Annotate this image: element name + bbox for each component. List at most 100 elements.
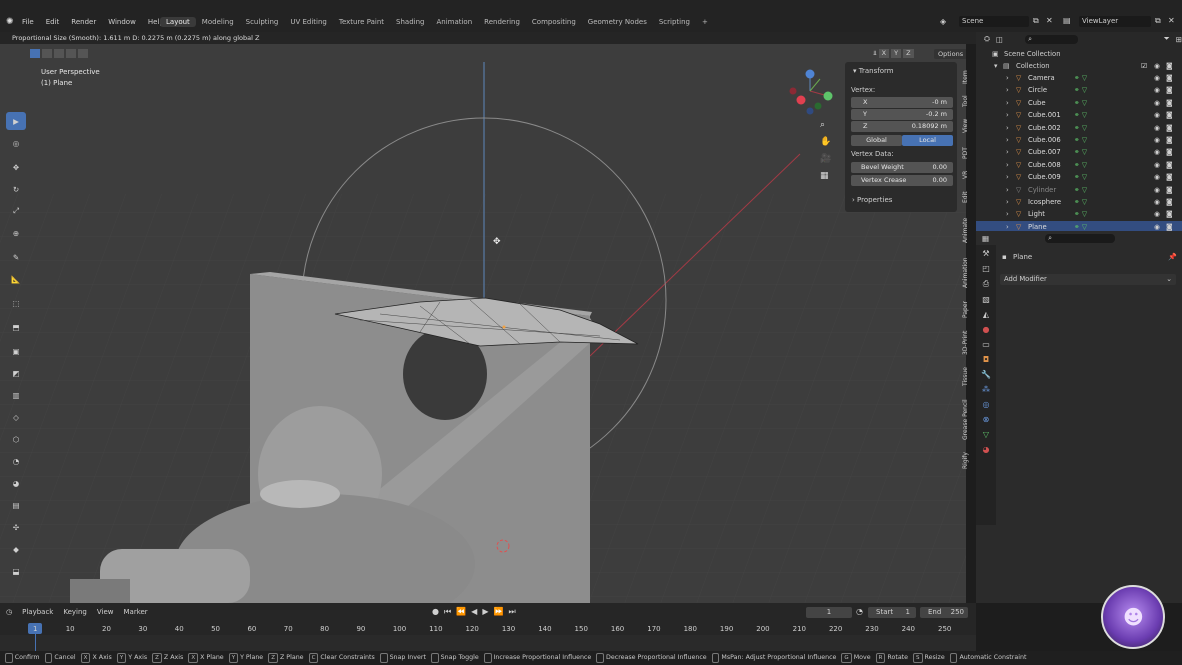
tab-tissue[interactable]: Tissue: [962, 364, 974, 390]
expand-chevron-icon[interactable]: ›: [1006, 122, 1009, 134]
tab-uv-editing[interactable]: UV Editing: [284, 17, 333, 27]
jump-end-icon[interactable]: ⏭: [508, 607, 515, 617]
smooth-tool-icon[interactable]: ◕: [6, 474, 26, 492]
tab-texture-paint[interactable]: Texture Paint: [333, 17, 390, 27]
new-scene-icon[interactable]: ⧉: [1033, 16, 1039, 26]
prev-keyframe-icon[interactable]: ⏪: [456, 607, 466, 617]
render-props-icon[interactable]: ◰: [982, 264, 990, 273]
visibility-eye-icon[interactable]: ◉: [1154, 196, 1160, 208]
expand-chevron-icon[interactable]: ›: [1006, 184, 1009, 196]
blender-logo-icon[interactable]: ✺: [6, 17, 14, 27]
outliner-row-cube-007[interactable]: › ▽ Cube.007 ⚭ ▽ ◉ ◙: [976, 146, 1182, 158]
render-camera-icon[interactable]: ◙: [1166, 146, 1173, 158]
tab-item[interactable]: Item: [962, 66, 974, 88]
outliner-row-circle[interactable]: › ▽ Circle ⚭ ▽ ◉ ◙: [976, 84, 1182, 96]
select-mode-intersect-icon[interactable]: [78, 49, 88, 58]
end-frame-field[interactable]: End 250: [920, 607, 968, 618]
tab-view[interactable]: View: [962, 116, 974, 136]
select-mode-extend-icon[interactable]: [42, 49, 52, 58]
select-mode-new-icon[interactable]: [30, 49, 40, 58]
new-view-layer-icon[interactable]: ⧉: [1155, 16, 1161, 26]
stopwatch-icon[interactable]: ◔: [856, 607, 863, 616]
outliner-row-light[interactable]: › ▽ Light ⚭ ▽ ◉ ◙: [976, 208, 1182, 220]
tab-3d-print[interactable]: 3D-Print: [962, 328, 974, 358]
outliner-row-cube-002[interactable]: › ▽ Cube.002 ⚭ ▽ ◉ ◙: [976, 122, 1182, 134]
outliner-row-icosphere[interactable]: › ▽ Icosphere ⚭ ▽ ◉ ◙: [976, 196, 1182, 208]
render-camera-icon[interactable]: ◙: [1166, 134, 1173, 146]
start-frame-field[interactable]: Start 1: [868, 607, 916, 618]
edge-slide-tool-icon[interactable]: ▤: [6, 496, 26, 514]
world-props-icon[interactable]: ●: [983, 325, 990, 334]
menu-playback[interactable]: Playback: [22, 608, 53, 616]
menu-file[interactable]: File: [16, 17, 40, 28]
tab-layout[interactable]: Layout: [160, 17, 196, 27]
tab-tool[interactable]: Tool: [962, 92, 974, 110]
menu-edit[interactable]: Edit: [40, 17, 66, 28]
pan-hand-icon[interactable]: ✋: [820, 137, 831, 147]
particles-props-icon[interactable]: ⁂: [982, 385, 990, 394]
delete-view-layer-icon[interactable]: ✕: [1168, 16, 1175, 25]
exclude-checkbox-icon[interactable]: ☑: [1141, 60, 1147, 72]
mirror-x-button[interactable]: X: [878, 49, 890, 58]
bevel-tool-icon[interactable]: ◩: [6, 364, 26, 382]
timeline-track[interactable]: [0, 635, 976, 651]
render-camera-icon[interactable]: ◙: [1166, 84, 1173, 96]
tab-animation-side[interactable]: Animation: [962, 254, 974, 292]
select-box-tool-icon[interactable]: ▶: [6, 112, 26, 130]
expand-chevron-icon[interactable]: ›: [1006, 196, 1009, 208]
render-camera-icon[interactable]: ◙: [1166, 159, 1173, 171]
render-camera-icon[interactable]: ◙: [1166, 72, 1173, 84]
expand-chevron-icon[interactable]: ▾: [994, 60, 997, 72]
delete-scene-icon[interactable]: ✕: [1046, 16, 1053, 25]
tab-rendering[interactable]: Rendering: [478, 17, 526, 27]
menu-keying[interactable]: Keying: [63, 608, 87, 616]
menu-window[interactable]: Window: [102, 17, 142, 28]
tab-pdt[interactable]: PDT: [962, 144, 974, 162]
visibility-eye-icon[interactable]: ◉: [1154, 109, 1160, 121]
render-camera-icon[interactable]: ◙: [1166, 97, 1173, 109]
3d-viewport[interactable]: ▶ ◎ ✥ ↻ ⤢ ⊕ ✎ 📐 ⬚ ⬒ ▣ ◩ ▥ ◇ ⬡ ◔ ◕ ▤ ✣ ◆ …: [0, 44, 966, 603]
pin-icon[interactable]: 📌: [1168, 253, 1177, 261]
visibility-eye-icon[interactable]: ◉: [1154, 97, 1160, 109]
current-frame-field[interactable]: 1: [806, 607, 852, 618]
add-workspace-button[interactable]: +: [696, 17, 714, 27]
expand-chevron-icon[interactable]: ›: [1006, 171, 1009, 183]
tool-props-icon[interactable]: ⚒: [982, 249, 989, 258]
play-icon[interactable]: ▶: [482, 607, 488, 617]
collection-row[interactable]: ▾ ▤ Collection ☑ ◉ ◙: [976, 60, 1182, 72]
object-props-icon[interactable]: ◘: [983, 355, 989, 364]
menu-marker[interactable]: Marker: [123, 608, 147, 616]
collection-props-icon[interactable]: ▭: [982, 340, 990, 349]
timeline-editor-icon[interactable]: ◷: [6, 608, 12, 616]
expand-chevron-icon[interactable]: ›: [1006, 159, 1009, 171]
record-icon[interactable]: ●: [432, 607, 439, 617]
select-mode-subtract-icon[interactable]: [54, 49, 64, 58]
render-camera-icon[interactable]: ◙: [1166, 208, 1173, 220]
menu-view[interactable]: View: [97, 608, 114, 616]
rotate-tool-icon[interactable]: ↻: [6, 180, 26, 198]
vertex-z-field[interactable]: Z 0.18092 m: [851, 121, 953, 132]
vertex-y-field[interactable]: Y -0.2 m: [851, 109, 953, 120]
annotate-tool-icon[interactable]: ✎: [6, 248, 26, 266]
spin-tool-icon[interactable]: ◔: [6, 452, 26, 470]
visibility-eye-icon[interactable]: ◉: [1154, 72, 1160, 84]
material-props-icon[interactable]: ◕: [983, 445, 990, 454]
scene-icon[interactable]: ◈: [940, 17, 946, 26]
scene-selector[interactable]: Scene: [959, 16, 1029, 27]
visibility-eye-icon[interactable]: ◉: [1154, 146, 1160, 158]
move-tool-icon[interactable]: ✥: [6, 158, 26, 176]
expand-chevron-icon[interactable]: ›: [1006, 134, 1009, 146]
outliner-row-camera[interactable]: › ▽ Camera ⚭ ▽ ◉ ◙: [976, 72, 1182, 84]
visibility-eye-icon[interactable]: ◉: [1154, 184, 1160, 196]
outliner-row-cube-009[interactable]: › ▽ Cube.009 ⚭ ▽ ◉ ◙: [976, 171, 1182, 183]
navigation-gizmo[interactable]: [789, 69, 833, 115]
bevel-weight-field[interactable]: Bevel Weight 0.00: [851, 162, 953, 173]
output-props-icon[interactable]: ⎙: [983, 279, 989, 289]
modifier-props-icon[interactable]: 🔧: [981, 370, 991, 379]
menu-render[interactable]: Render: [65, 17, 102, 28]
properties-search-input[interactable]: ⌕: [1045, 233, 1116, 243]
visibility-eye-icon[interactable]: ◉: [1154, 159, 1160, 171]
render-camera-icon[interactable]: ◙: [1166, 171, 1173, 183]
render-camera-icon[interactable]: ◙: [1166, 109, 1173, 121]
view-layer-props-icon[interactable]: ▧: [982, 295, 990, 304]
